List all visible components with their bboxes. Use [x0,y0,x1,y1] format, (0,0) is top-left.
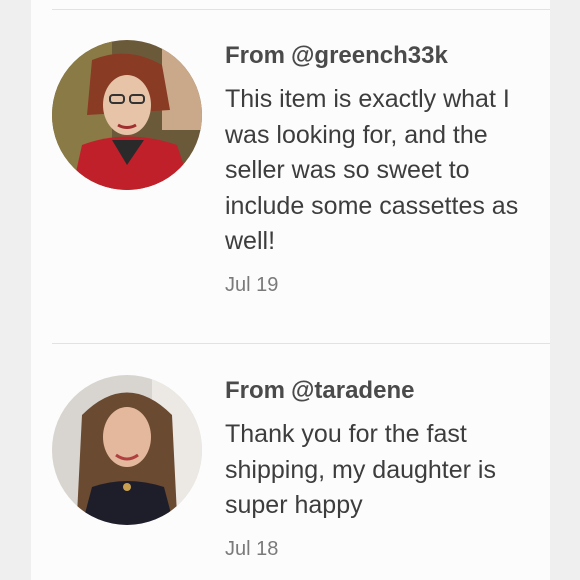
review-author: From @greench33k [225,41,545,71]
review-author: From @taradene [225,376,545,406]
review-content: From @taradene Thank you for the fast shi… [225,376,545,562]
divider [52,9,550,10]
review-text: This item is exactly what I was looking … [225,85,519,255]
reviewer-avatar[interactable] [52,375,202,525]
author-handle-link[interactable]: @taradene [291,377,414,404]
author-prefix: From [225,42,285,69]
author-handle-link[interactable]: @greench33k [291,42,448,69]
reviews-panel: From @greench33k This item is exactly wha… [31,0,550,580]
avatar-photo-icon [52,40,202,190]
review-content: From @greench33k This item is exactly wha… [225,41,545,298]
review-date: Jul 19 [225,273,279,296]
divider [52,343,550,344]
author-prefix: From [225,377,285,404]
review-text: Thank you for the fast shipping, my daug… [225,420,496,519]
avatar-photo-icon [52,375,202,525]
reviewer-avatar[interactable] [52,40,202,190]
review-date: Jul 18 [225,537,279,560]
